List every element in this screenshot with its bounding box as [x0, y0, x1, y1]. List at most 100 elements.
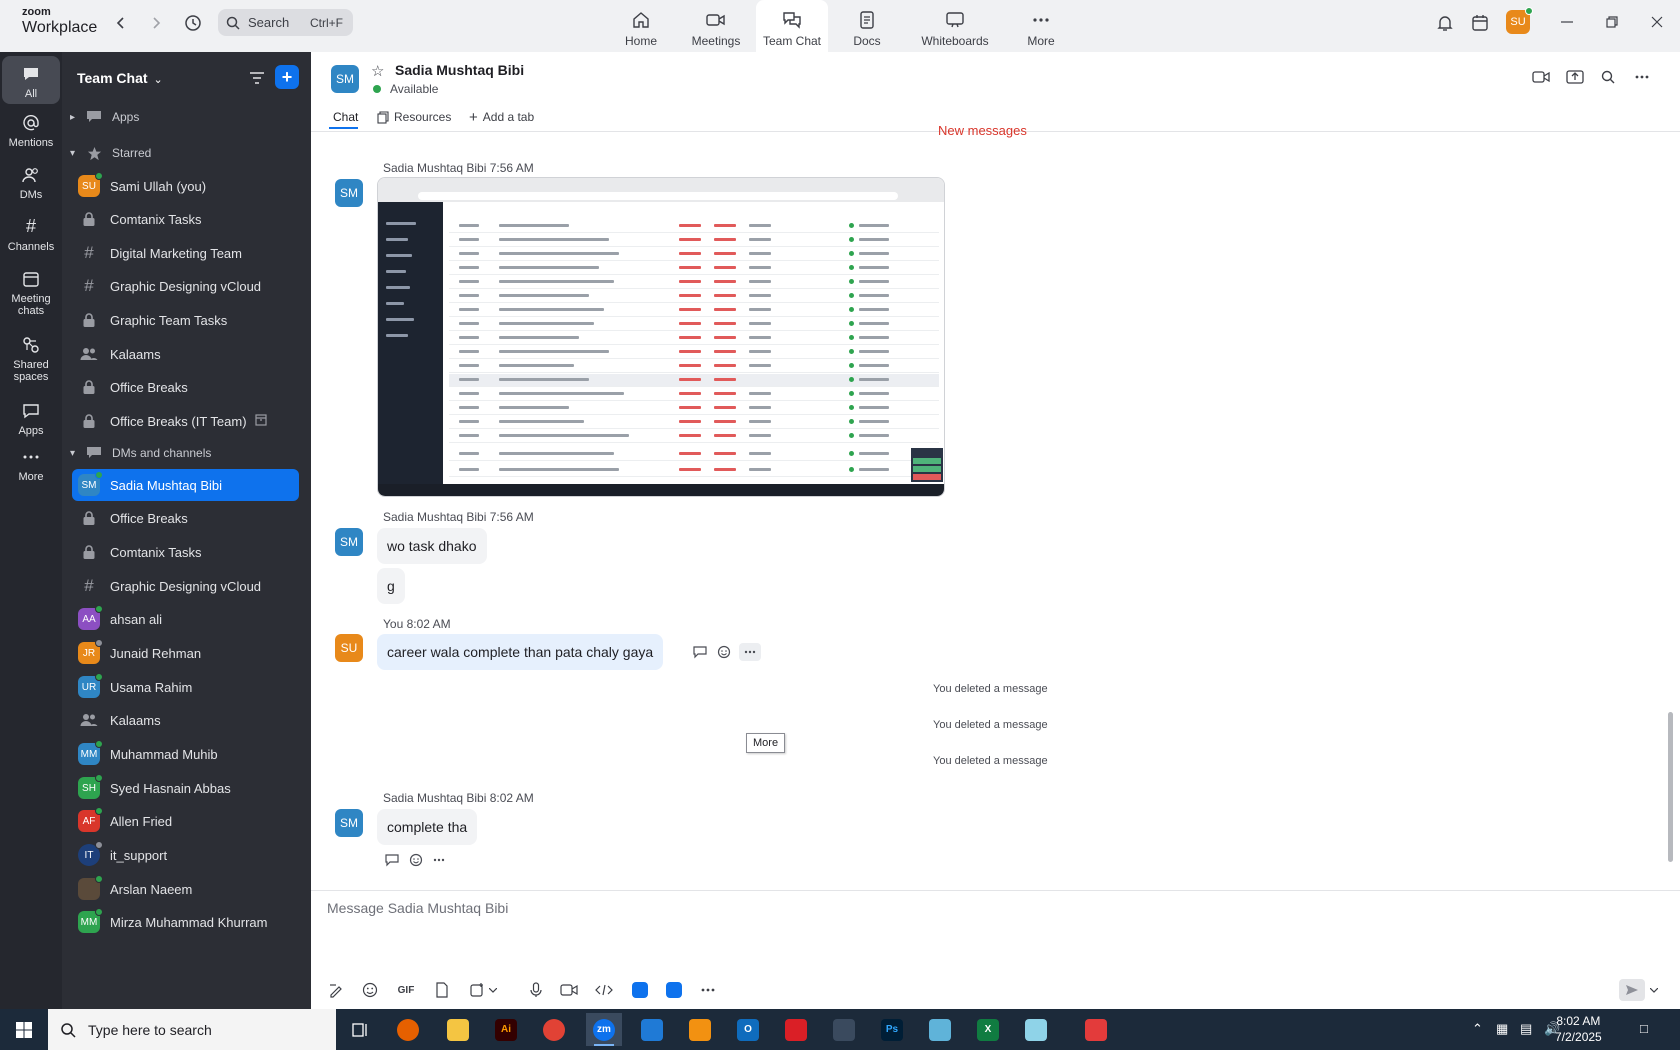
- starred-item-office-breaks[interactable]: Office Breaks: [72, 371, 299, 403]
- dm-item-comtanix-tasks[interactable]: Comtanix Tasks: [72, 536, 299, 568]
- calendar-icon[interactable]: [1469, 12, 1491, 34]
- section-starred[interactable]: ▾ Starred: [70, 141, 151, 165]
- app-integration-icon[interactable]: [663, 979, 685, 1001]
- dm-item-usama-rahim[interactable]: UR Usama Rahim: [72, 671, 299, 703]
- file-explorer-icon[interactable]: [440, 1013, 476, 1046]
- starred-item-graphic-designing[interactable]: # Graphic Designing vCloud: [72, 270, 299, 302]
- vscode-icon[interactable]: [634, 1013, 670, 1046]
- dm-item-mirza-khurram[interactable]: MM Mirza Muhammad Khurram: [72, 906, 299, 938]
- zoom-app-icon[interactable]: zm: [586, 1013, 622, 1046]
- rail-dms[interactable]: DMs: [2, 164, 60, 201]
- illustrator-icon[interactable]: Ai: [488, 1013, 524, 1046]
- tab-home[interactable]: Home: [605, 0, 677, 52]
- firefox-icon[interactable]: [390, 1013, 426, 1046]
- dm-item-ahsan-ali[interactable]: AA ahsan ali: [72, 603, 299, 635]
- taskbar-search[interactable]: Type here to search: [48, 1009, 336, 1050]
- rail-mentions[interactable]: Mentions: [2, 112, 60, 149]
- tab-chat[interactable]: Chat: [333, 107, 358, 127]
- dm-item-allen-fried[interactable]: AF Allen Fried: [72, 805, 299, 837]
- chat-scrollbar[interactable]: [1668, 712, 1673, 862]
- shared-screenshot-image[interactable]: [377, 177, 945, 497]
- sender-avatar[interactable]: SM: [335, 809, 363, 837]
- network-icon[interactable]: ▤: [1520, 1021, 1532, 1037]
- notifications-icon[interactable]: □: [1640, 1021, 1648, 1036]
- rail-apps[interactable]: Apps: [2, 400, 60, 437]
- starred-item-office-breaks-it[interactable]: Office Breaks (IT Team): [72, 405, 299, 437]
- app-icon[interactable]: [1078, 1013, 1114, 1046]
- emoji-icon[interactable]: [407, 851, 425, 869]
- tab-docs[interactable]: Docs: [831, 0, 903, 52]
- section-apps[interactable]: ▸ Apps: [70, 105, 139, 129]
- dm-item-office-breaks[interactable]: Office Breaks: [72, 502, 299, 534]
- message-bubble[interactable]: complete tha: [377, 809, 478, 845]
- sender-avatar[interactable]: SM: [335, 179, 363, 207]
- tab-team-chat[interactable]: Team Chat: [756, 0, 828, 52]
- more-actions-icon[interactable]: [430, 851, 448, 869]
- dm-item-syed-hasnain[interactable]: SH Syed Hasnain Abbas: [72, 772, 299, 804]
- notepad-icon[interactable]: [1018, 1013, 1054, 1046]
- more-actions-icon[interactable]: [739, 643, 761, 661]
- file-icon[interactable]: [431, 979, 453, 1001]
- dm-item-muhammad-muhib[interactable]: MM Muhammad Muhib: [72, 738, 299, 770]
- contact-name[interactable]: Sadia Mushtaq Bibi: [395, 62, 524, 78]
- message-bubble[interactable]: wo task dhako: [377, 528, 487, 564]
- share-screen-icon[interactable]: [1564, 66, 1586, 88]
- chevron-down-icon[interactable]: [1647, 979, 1661, 1001]
- dm-item-kalaams[interactable]: Kalaams: [72, 704, 299, 736]
- app-integration-icon[interactable]: [629, 979, 651, 1001]
- tab-resources[interactable]: Resources: [377, 107, 451, 127]
- dm-item-graphic-designing[interactable]: # Graphic Designing vCloud: [72, 570, 299, 602]
- rail-channels[interactable]: # Channels: [2, 216, 60, 253]
- dm-item-junaid-rehman[interactable]: JR Junaid Rehman: [72, 637, 299, 669]
- back-icon[interactable]: [110, 12, 132, 34]
- chrome-icon[interactable]: [536, 1013, 572, 1046]
- add-tab-button[interactable]: + Add a tab: [469, 107, 534, 127]
- microphone-icon[interactable]: [525, 979, 547, 1001]
- taskbar-clock[interactable]: 8:02 AM 7/2/2025: [1555, 1013, 1602, 1045]
- search-box[interactable]: Search Ctrl+F: [218, 9, 353, 36]
- app-icon[interactable]: [922, 1013, 958, 1046]
- star-outline-icon[interactable]: ☆: [371, 62, 384, 80]
- starred-item-self[interactable]: SU Sami Ullah (you): [72, 170, 299, 202]
- video-message-icon[interactable]: [558, 979, 580, 1001]
- rail-more[interactable]: More: [2, 446, 60, 483]
- gif-icon[interactable]: GIF: [393, 979, 419, 1001]
- tab-more[interactable]: More: [1005, 0, 1077, 52]
- dm-item-sadia[interactable]: SM Sadia Mushtaq Bibi: [72, 469, 299, 501]
- outlook-icon[interactable]: O: [730, 1013, 766, 1046]
- code-icon[interactable]: [593, 979, 615, 1001]
- new-chat-button[interactable]: +: [275, 65, 299, 89]
- starred-item-graphic-team-tasks[interactable]: Graphic Team Tasks: [72, 304, 299, 336]
- format-icon[interactable]: [325, 979, 347, 1001]
- minimize-icon[interactable]: [1555, 12, 1579, 32]
- restore-icon[interactable]: [1600, 12, 1624, 32]
- starred-item-kalaams[interactable]: Kalaams: [72, 338, 299, 370]
- send-icon[interactable]: [1619, 979, 1645, 1001]
- excel-icon[interactable]: X: [970, 1013, 1006, 1046]
- creative-cloud-icon[interactable]: [778, 1013, 814, 1046]
- filter-icon[interactable]: [246, 67, 268, 89]
- screenshot-icon[interactable]: [466, 979, 488, 1001]
- my-avatar[interactable]: SU: [335, 634, 363, 662]
- starred-item-digital-marketing[interactable]: # Digital Marketing Team: [72, 237, 299, 269]
- tab-whiteboards[interactable]: Whiteboards: [917, 0, 993, 52]
- windows-start-icon[interactable]: [6, 1013, 42, 1046]
- more-options-icon[interactable]: [1631, 66, 1653, 88]
- tray-app-icon[interactable]: ▦: [1496, 1021, 1508, 1037]
- app-icon[interactable]: [682, 1013, 718, 1046]
- task-view-icon[interactable]: [342, 1013, 378, 1046]
- emoji-icon[interactable]: [715, 643, 733, 661]
- message-bubble[interactable]: g: [377, 568, 405, 604]
- more-icon[interactable]: [697, 979, 719, 1001]
- emoji-icon[interactable]: [359, 979, 381, 1001]
- forward-icon[interactable]: [145, 12, 167, 34]
- rail-meeting-chats[interactable]: Meeting chats: [2, 268, 60, 317]
- rail-all[interactable]: All: [2, 56, 60, 104]
- bell-icon[interactable]: [1434, 12, 1456, 34]
- rail-shared-spaces[interactable]: Shared spaces: [2, 334, 60, 383]
- reply-icon[interactable]: [691, 643, 709, 661]
- tab-meetings[interactable]: Meetings: [680, 0, 752, 52]
- photoshop-icon[interactable]: Ps: [874, 1013, 910, 1046]
- pen-tool-icon[interactable]: [826, 1013, 862, 1046]
- search-icon[interactable]: [1597, 66, 1619, 88]
